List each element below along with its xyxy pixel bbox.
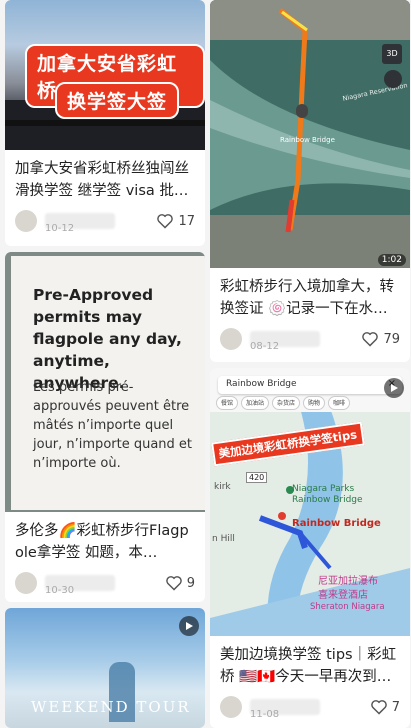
author-avatar[interactable] — [220, 328, 242, 350]
note-card[interactable]: Rainbow Bridge Niagara Reservation 3D 1:… — [210, 0, 410, 362]
map-label-bridge: Rainbow Bridge — [280, 136, 335, 144]
cover-text: WEEKEND TOUR — [31, 698, 191, 716]
note-meta: 11-08 7 — [210, 690, 410, 724]
video-duration: 1:02 — [377, 254, 406, 266]
map-label-kirk: kirk — [214, 482, 231, 492]
map-label-bridge: Rainbow Bridge — [292, 518, 381, 529]
feed-column-right: Rainbow Bridge Niagara Reservation 3D 1:… — [210, 0, 410, 728]
like-button[interactable]: 79 — [361, 331, 400, 347]
note-card[interactable]: Pre-Approved permits may flagpole any da… — [5, 252, 205, 602]
note-date: 08-12 — [250, 341, 280, 352]
note-cover-image[interactable]: Rainbow Bridge Niagara Reservation 3D 1:… — [210, 0, 410, 268]
map-compass-icon[interactable] — [384, 70, 402, 88]
video-play-icon[interactable] — [179, 616, 199, 636]
note-title[interactable]: 加拿大安省彩虹桥丝独闯丝滑换学签 继学签 visa 批准… — [5, 150, 205, 204]
feed-column-left: 加拿大安省彩虹桥 换学签大签 加拿大安省彩虹桥丝独闯丝滑换学签 继学签 visa… — [5, 0, 205, 728]
note-title[interactable]: 美加边境换学签 tips｜彩虹桥 🇺🇸🇨🇦今天一早再次到… — [210, 636, 410, 690]
heart-icon — [157, 214, 174, 229]
author-avatar[interactable] — [15, 210, 37, 232]
note-cover-image[interactable]: Pre-Approved permits may flagpole any da… — [5, 252, 205, 512]
map-label-park-cn-2: 喜来登酒店 — [318, 590, 368, 601]
like-button[interactable]: 17 — [156, 213, 195, 229]
like-count: 17 — [178, 213, 195, 229]
cover-caption-line-2: 换学签大签 — [55, 82, 180, 119]
map-tab-shopping[interactable]: 购物 — [303, 396, 326, 410]
like-count: 79 — [383, 331, 400, 347]
note-card[interactable]: 加拿大安省彩虹桥 换学签大签 加拿大安省彩虹桥丝独闯丝滑换学签 继学签 visa… — [5, 0, 205, 246]
map-tab-restaurants[interactable]: 餐馆 — [216, 396, 239, 410]
map-label-hotel: Sheraton Niagara — [310, 602, 385, 612]
author-avatar[interactable] — [220, 696, 242, 718]
like-count: 7 — [391, 699, 400, 715]
map-tab-gas[interactable]: 加油站 — [241, 396, 270, 410]
note-title[interactable]: 彩虹桥步行入境加拿大，转换签证 🍥记录一下在水牛… — [210, 268, 410, 322]
note-card[interactable]: WEEKEND TOUR — [5, 608, 205, 728]
like-button[interactable]: 9 — [165, 575, 195, 591]
like-count: 9 — [186, 575, 195, 591]
author-avatar[interactable] — [15, 572, 37, 594]
heart-icon — [370, 700, 387, 715]
note-date: 11-08 — [250, 709, 280, 720]
note-card[interactable]: Rainbow Bridge × 餐馆 加油站 杂货店 购物 咖啡 美加边境彩虹… — [210, 368, 410, 728]
map-label-route: 420 — [246, 472, 268, 483]
map-tab-grocery[interactable]: 杂货店 — [272, 396, 301, 410]
map-3d-button[interactable]: 3D — [382, 44, 402, 64]
note-meta: 10-30 9 — [5, 566, 205, 600]
note-meta: 08-12 79 — [210, 322, 410, 356]
video-play-icon[interactable] — [384, 378, 404, 398]
note-cover-image[interactable]: WEEKEND TOUR — [5, 608, 205, 728]
note-date: 10-30 — [45, 585, 75, 596]
note-cover-image[interactable]: Rainbow Bridge × 餐馆 加油站 杂货店 购物 咖啡 美加边境彩虹… — [210, 368, 410, 636]
map-label-park-cn: 尼亚加拉瀑布 — [318, 576, 378, 587]
map-search-text: Rainbow Bridge — [226, 379, 297, 389]
satellite-map-icon — [210, 0, 410, 268]
map-search-bar[interactable]: Rainbow Bridge × — [218, 376, 402, 394]
map-label-park: Niagara Parks Rainbow Bridge — [292, 484, 363, 505]
map-label-hill: n Hill — [212, 534, 235, 544]
note-title[interactable]: 多伦多🌈彩虹桥步行Flagpole拿学签 如题，本… — [5, 512, 205, 566]
heart-icon — [165, 576, 182, 591]
sign-paper: Pre-Approved permits may flagpole any da… — [11, 256, 205, 510]
note-cover-image[interactable]: 加拿大安省彩虹桥 换学签大签 — [5, 0, 205, 150]
note-date: 10-12 — [45, 223, 75, 234]
sign-body: Les permis pré-approuvés peuvent être mâ… — [33, 380, 193, 471]
heart-icon — [362, 332, 379, 347]
like-button[interactable]: 7 — [370, 699, 400, 715]
map-tab-coffee[interactable]: 咖啡 — [328, 396, 351, 410]
map-category-tabs: 餐馆 加油站 杂货店 购物 咖啡 — [210, 396, 410, 410]
note-meta: 10-12 17 — [5, 204, 205, 238]
